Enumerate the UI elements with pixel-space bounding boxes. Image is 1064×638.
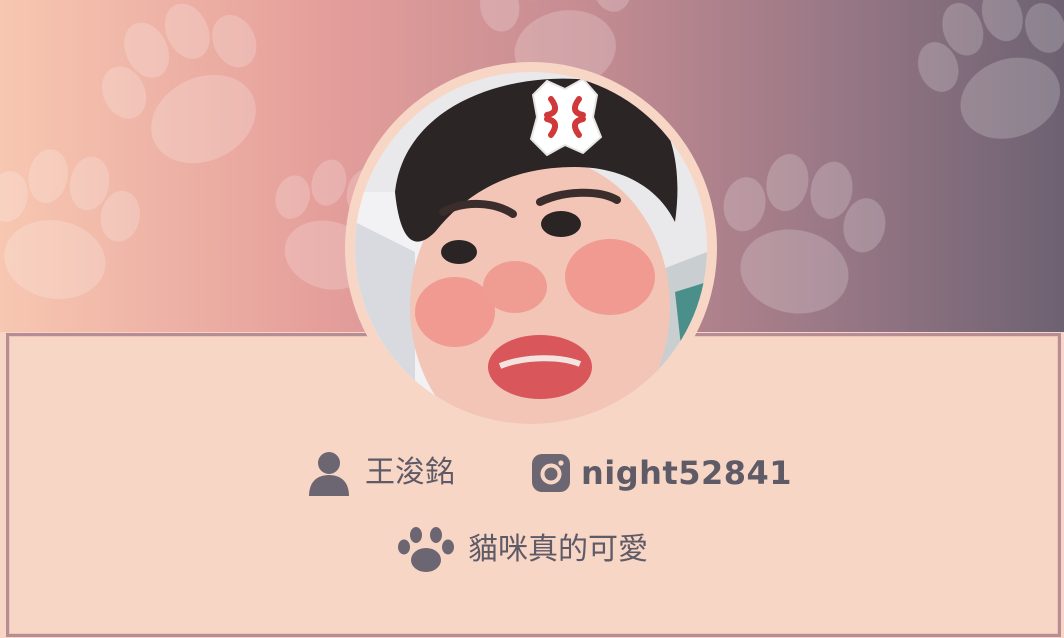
name-row: 王浚銘 [307, 449, 455, 497]
user-icon [307, 450, 351, 496]
profile-name: 王浚銘 [365, 455, 455, 490]
instagram-icon [531, 453, 571, 493]
paw-icon [396, 525, 456, 575]
avatar-photo [355, 72, 707, 424]
instagram-handle[interactable]: night52841 [581, 454, 792, 492]
avatar [355, 72, 707, 424]
profile-bio: 貓咪真的可愛 [468, 532, 648, 567]
instagram-row[interactable]: night52841 [531, 451, 792, 495]
bio-row: 貓咪真的可愛 [396, 522, 648, 578]
